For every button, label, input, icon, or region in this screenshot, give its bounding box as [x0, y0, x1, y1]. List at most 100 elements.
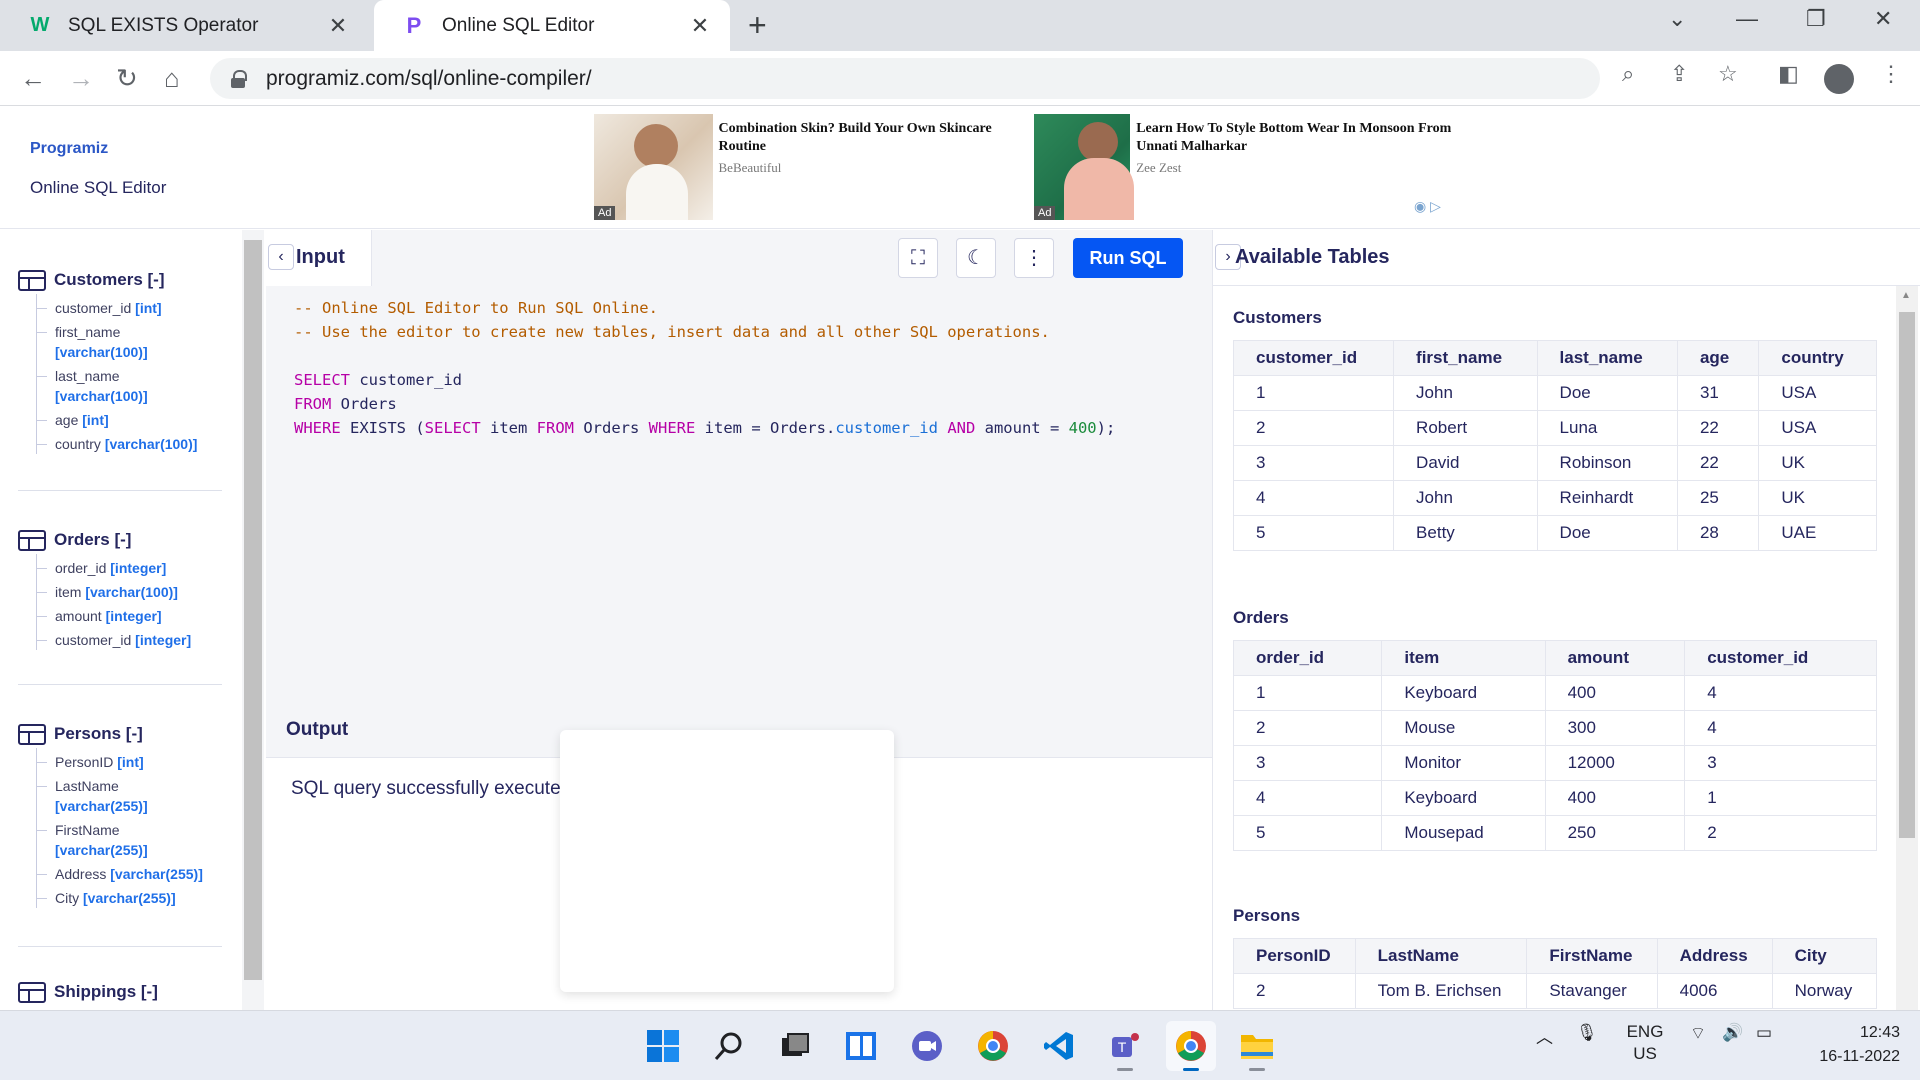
divider: [18, 684, 222, 685]
menu-kebab-icon[interactable]: ⋮: [1880, 61, 1902, 87]
column-item: first_name [varchar(100)]: [37, 322, 223, 362]
system-clock[interactable]: 12:43 16-11-2022: [1800, 1021, 1900, 1069]
scroll-up-icon[interactable]: ▲: [1901, 290, 1911, 301]
table-row: 4 John Reinhardt 25 UK: [1232, 480, 1877, 516]
sidebar-table-header[interactable]: Persons [-]: [18, 720, 223, 748]
address-bar[interactable]: programiz.com/sql/online-compiler/: [210, 58, 1600, 99]
ad-image: Ad: [1034, 114, 1134, 220]
column-item: order_id [integer]: [37, 558, 223, 578]
table-row: 3 David Robinson 22 UK: [1232, 445, 1877, 481]
wifi-icon[interactable]: ⌔: [1690, 1023, 1706, 1044]
share-icon[interactable]: ⇪: [1670, 61, 1688, 87]
column-item: item [varchar(100)]: [37, 582, 223, 602]
column-header: City: [1771, 938, 1878, 974]
vscode-icon: [1044, 1032, 1073, 1060]
file-explorer-app[interactable]: [1232, 1021, 1282, 1071]
folder-icon: [1241, 1035, 1273, 1059]
run-sql-button[interactable]: Run SQL: [1073, 238, 1183, 278]
task-view-button[interactable]: [770, 1021, 820, 1071]
window-close-icon[interactable]: ✕: [1874, 6, 1892, 32]
tab-search-icon[interactable]: ⌄: [1668, 6, 1686, 32]
side-panel-icon[interactable]: ◧: [1778, 61, 1799, 87]
column-header: Address: [1656, 938, 1773, 974]
clock-date: 16-11-2022: [1819, 1048, 1900, 1065]
profile-avatar[interactable]: [1824, 64, 1854, 94]
column-item: City [varchar(255)]: [37, 888, 223, 908]
close-icon[interactable]: ✕: [688, 13, 712, 39]
volume-icon[interactable]: 🔊: [1722, 1023, 1743, 1043]
input-label: Input: [296, 246, 345, 268]
sidebar-table-persons: Persons [-] PersonID [int] LastName [varc…: [18, 720, 223, 912]
column-header: item: [1381, 640, 1546, 676]
more-options-button[interactable]: ⋮: [1014, 238, 1054, 278]
sidebar-table-header[interactable]: Shippings [-]: [18, 978, 223, 1006]
microphone-icon[interactable]: 🎙: [1576, 1023, 1598, 1043]
chrome-icon: [978, 1031, 1008, 1061]
code-line: -- Use the editor to create new tables, …: [294, 323, 1050, 341]
sidebar-table-header[interactable]: Orders [-]: [18, 526, 223, 554]
restore-icon[interactable]: ❐: [1806, 6, 1826, 32]
table-icon: [18, 723, 46, 745]
bookmark-star-icon[interactable]: ☆: [1718, 61, 1738, 87]
column-header: age: [1676, 340, 1760, 376]
widgets-button[interactable]: [836, 1021, 886, 1071]
sidebar-table-header[interactable]: Customers [-]: [18, 266, 223, 294]
teams-icon: T: [1112, 1033, 1139, 1057]
programiz-logo[interactable]: Programiz: [30, 140, 108, 158]
column-item: amount [integer]: [37, 606, 223, 626]
ad-source: Zee Zest: [1136, 160, 1182, 175]
sidebar-scrollbar[interactable]: [242, 230, 264, 1010]
table-title: Persons: [1233, 906, 1301, 925]
right-panel-scrollbar[interactable]: ▲: [1896, 286, 1918, 1010]
show-hidden-icons-button[interactable]: ︿: [1536, 1023, 1553, 1048]
zoom-icon[interactable]: ⌕: [1622, 61, 1634, 87]
meet-now-button[interactable]: [902, 1021, 952, 1071]
column-header: last_name: [1536, 340, 1678, 376]
collapse-sidebar-button[interactable]: ‹: [268, 244, 294, 270]
ad-banner[interactable]: Ad Learn How To Style Bottom Wear In Mon…: [1034, 114, 1454, 220]
column-header: country: [1758, 340, 1877, 376]
sidebar-table-shippings: Shippings [-]: [18, 978, 223, 1006]
ad-choices-icon[interactable]: ◉ ▷: [1414, 198, 1441, 215]
tab-sql-exists[interactable]: W SQL EXISTS Operator ✕: [0, 0, 368, 51]
ad-banner[interactable]: Ad Combination Skin? Build Your Own Skin…: [594, 114, 1014, 220]
table-name: Persons [-]: [54, 724, 143, 743]
tab-title: Online SQL Editor: [442, 14, 595, 36]
url-text: programiz.com/sql/online-compiler/: [266, 66, 592, 90]
scrollbar-thumb[interactable]: [244, 240, 262, 980]
column-header: amount: [1544, 640, 1686, 676]
customers-table: customer_id first_name last_name age cou…: [1232, 340, 1877, 551]
new-tab-button[interactable]: +: [748, 8, 767, 42]
table-row: 5 Betty Doe 28 UAE: [1232, 515, 1877, 551]
editor-pane: Input ‹ ⛶ ☾ ⋮ Run SQL -- Online SQL Edit…: [266, 230, 1212, 1010]
teams-app[interactable]: T: [1100, 1021, 1150, 1071]
table-icon: [18, 269, 46, 291]
table-icon: [18, 981, 46, 1003]
vscode-app[interactable]: [1034, 1021, 1084, 1071]
dark-mode-button[interactable]: ☾: [956, 238, 996, 278]
table-row: 2 Mouse 300 4: [1232, 710, 1877, 746]
battery-icon[interactable]: ▭: [1756, 1023, 1772, 1043]
table-row: 2 Robert Luna 22 USA: [1232, 410, 1877, 446]
column-header: LastName: [1354, 938, 1528, 974]
reload-icon[interactable]: ↻: [116, 63, 138, 94]
chrome-app[interactable]: [968, 1021, 1018, 1071]
divider: [18, 490, 222, 491]
scrollbar-thumb[interactable]: [1899, 312, 1915, 838]
forward-icon[interactable]: →: [68, 63, 94, 94]
chrome-app-active[interactable]: [1166, 1021, 1216, 1071]
minimize-icon[interactable]: —: [1736, 6, 1758, 32]
back-icon[interactable]: ←: [20, 63, 46, 94]
table-name: Shippings [-]: [54, 982, 158, 1001]
column-item: PersonID [int]: [37, 752, 223, 772]
search-button[interactable]: [704, 1021, 754, 1071]
code-editor[interactable]: -- Online SQL Editor to Run SQL Online. …: [266, 286, 1212, 716]
language-indicator[interactable]: ENG US: [1620, 1021, 1670, 1065]
tab-online-sql-editor[interactable]: P Online SQL Editor ✕: [374, 0, 730, 51]
task-view-icon: [782, 1033, 809, 1056]
windows-start-button[interactable]: [638, 1021, 688, 1071]
close-icon[interactable]: ✕: [326, 13, 350, 39]
home-icon[interactable]: ⌂: [164, 63, 180, 94]
column-item: customer_id [int]: [37, 298, 223, 318]
fullscreen-button[interactable]: ⛶: [898, 238, 938, 278]
